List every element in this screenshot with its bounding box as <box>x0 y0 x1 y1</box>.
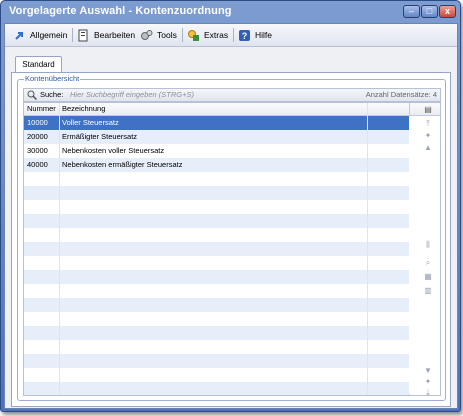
group-legend: Kontenübersicht <box>24 74 81 83</box>
search-label: Suche: <box>40 90 64 99</box>
table-row <box>24 382 409 395</box>
column-chooser-icon[interactable]: ▤ <box>423 105 433 115</box>
previous-page-icon[interactable]: ✦ <box>423 131 433 141</box>
tab-panel: Kontenübersicht Suche: Hier Suchbegriff … <box>11 72 451 407</box>
title-bar[interactable]: Vorgelagerte Auswahl - Kontenzuordnung –… <box>1 1 460 23</box>
cell-nummer: 40000 <box>27 160 48 169</box>
table-row <box>24 284 409 298</box>
cell-nummer: 20000 <box>27 132 48 141</box>
arrow-icon <box>13 29 26 42</box>
menu-bar: Allgemein Bearbeiten Tools Extras ? Hilf… <box>5 24 457 47</box>
table-row <box>24 242 409 256</box>
table-row <box>24 172 409 186</box>
tab-standard[interactable]: Standard <box>15 56 62 73</box>
table-row <box>24 340 409 354</box>
accounts-table: Nummer Bezeichnung 10000 Voller Steuersat… <box>23 102 441 396</box>
menu-hilfe-label: Hilfe <box>255 30 273 40</box>
table-row <box>24 368 409 382</box>
search-input[interactable]: Hier Suchbegriff eingeben (STRG+S) <box>70 89 194 101</box>
zoom-icon[interactable]: ⌕ <box>423 258 433 268</box>
maximize-button[interactable]: □ <box>421 5 438 18</box>
cell-bezeichnung: Nebenkosten ermäßigter Steuersatz <box>62 160 183 169</box>
menu-separator <box>233 28 234 42</box>
cell-bezeichnung: Ermäßigter Steuersatz <box>62 132 138 141</box>
table-row <box>24 326 409 340</box>
table-row[interactable]: 10000 Voller Steuersatz <box>24 116 409 130</box>
cell-bezeichnung: Voller Steuersatz <box>62 118 119 127</box>
close-button[interactable]: x <box>439 5 456 18</box>
cell-bezeichnung: Nebenkosten voller Steuersatz <box>62 146 165 155</box>
menu-extras-label: Extras <box>204 30 229 40</box>
column-divider <box>367 103 368 395</box>
minimize-button[interactable]: – <box>403 5 420 18</box>
menu-bearbeiten-label: Bearbeiten <box>94 30 136 40</box>
menu-hilfe[interactable]: ? Hilfe <box>238 27 272 43</box>
search-icon <box>27 90 38 101</box>
table-row <box>24 270 409 284</box>
column-divider <box>59 103 60 395</box>
dialog-window: Vorgelagerte Auswahl - Kontenzuordnung –… <box>0 0 461 412</box>
menu-tools-label: Tools <box>157 30 177 40</box>
edit-icon <box>77 29 90 42</box>
table-row[interactable]: 40000 Nebenkosten ermäßigter Steuersatz <box>24 158 409 172</box>
column-bezeichnung[interactable]: Bezeichnung <box>62 103 105 115</box>
table-header: Nummer Bezeichnung <box>24 103 440 116</box>
search-bar[interactable]: Suche: Hier Suchbegriff eingeben (STRG+S… <box>23 88 441 102</box>
cell-nummer: 30000 <box>27 146 48 155</box>
menu-separator <box>182 28 183 42</box>
table-row[interactable]: 30000 Nebenkosten voller Steuersatz <box>24 144 409 158</box>
table-row <box>24 312 409 326</box>
table-tool-column: ▤ ⤒ ✦ ▲ ⫼ ⌕ ▦ ▥ ▼ ✦ ⤓ <box>409 105 439 395</box>
filter-icon[interactable]: ▦ <box>423 272 433 282</box>
record-count: Anzahl Datensätze: 4 <box>365 90 437 99</box>
next-page-icon[interactable]: ✦ <box>423 377 433 387</box>
columns-icon[interactable]: ⫼ <box>423 240 433 250</box>
menu-bearbeiten[interactable]: Bearbeiten <box>77 27 135 43</box>
first-record-icon[interactable]: ⤒ <box>423 119 433 129</box>
table-row <box>24 298 409 312</box>
menu-allgemein-label: Allgemein <box>30 30 68 40</box>
table-row[interactable]: 20000 Ermäßigter Steuersatz <box>24 130 409 144</box>
extras-icon <box>187 29 200 42</box>
menu-separator <box>72 28 73 42</box>
menu-tools[interactable]: Tools <box>140 27 177 43</box>
export-icon[interactable]: ▥ <box>423 286 433 296</box>
last-record-icon[interactable]: ⤓ <box>423 388 433 395</box>
window-title: Vorgelagerte Auswahl - Kontenzuordnung <box>9 5 232 17</box>
next-record-icon[interactable]: ▼ <box>423 366 433 376</box>
previous-record-icon[interactable]: ▲ <box>423 143 433 153</box>
dialog-body: Allgemein Bearbeiten Tools Extras ? Hilf… <box>4 23 458 409</box>
table-row <box>24 186 409 200</box>
table-row <box>24 354 409 368</box>
gears-icon <box>140 29 153 42</box>
konten-group: Kontenübersicht Suche: Hier Suchbegriff … <box>17 74 446 401</box>
table-row <box>24 200 409 214</box>
help-icon: ? <box>238 29 251 42</box>
table-row <box>24 228 409 242</box>
table-row <box>24 256 409 270</box>
svg-text:?: ? <box>242 31 248 41</box>
cell-nummer: 10000 <box>27 118 48 127</box>
menu-extras[interactable]: Extras <box>187 27 228 43</box>
table-row <box>24 214 409 228</box>
column-nummer[interactable]: Nummer <box>27 103 56 115</box>
menu-allgemein[interactable]: Allgemein <box>13 27 67 43</box>
